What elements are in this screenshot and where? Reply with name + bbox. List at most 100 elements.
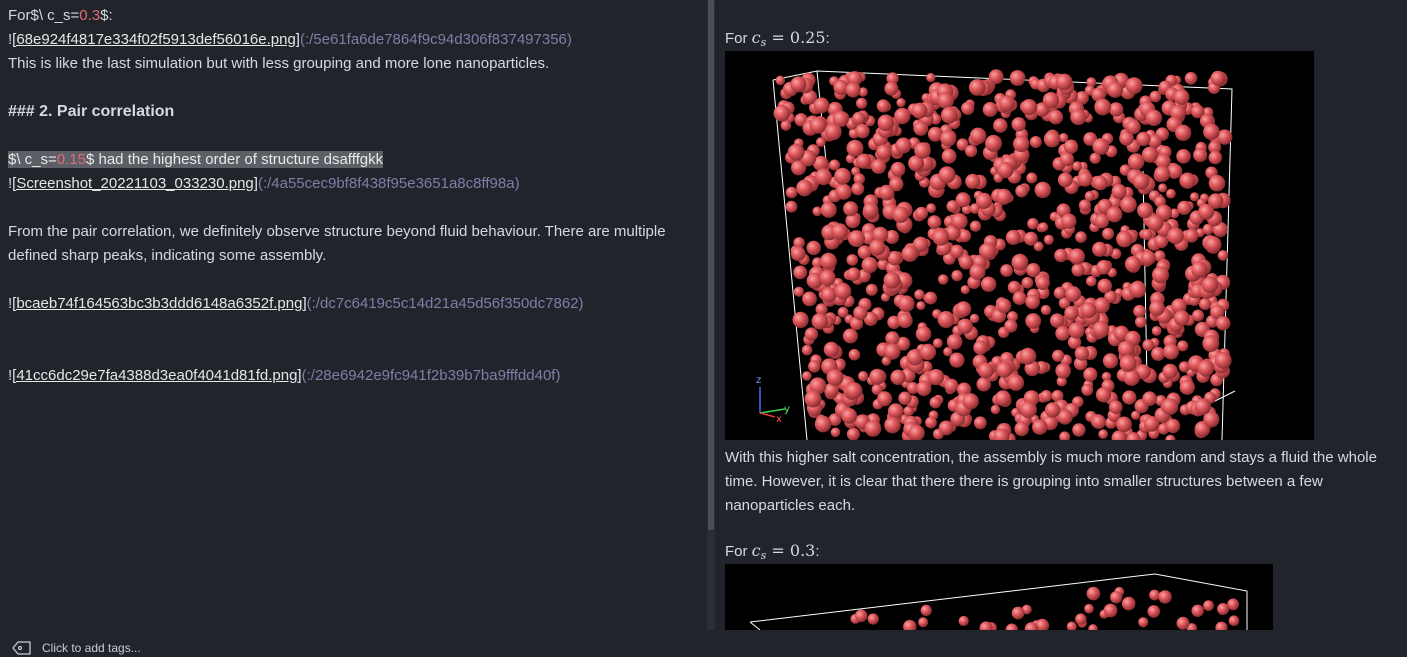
nanoparticle [1176,616,1190,630]
nanoparticle [958,615,969,627]
nanoparticle [1086,275,1097,287]
math-value: = 0.25 [771,28,826,47]
nanoparticle [1214,351,1232,369]
nanoparticle [1023,231,1038,246]
nanoparticle [890,369,906,385]
nanoparticle [1075,613,1087,625]
image-link[interactable]: [68e924f4817e334f02f5913def56016e.png] [12,31,300,48]
nanoparticle [995,188,1012,205]
image-link-line[interactable]: ![bcaeb74f164563bc3b3ddd6148a6352f.png](… [8,292,584,316]
nanoparticle [1191,604,1204,617]
image-link-line[interactable]: ![41cc6dc29e7fa4388d3ea0f4041d81fd.png](… [8,364,560,388]
label-text: For [725,543,748,560]
nanoparticle [1055,325,1071,341]
nanoparticle [1078,199,1091,212]
nanoparticle [824,123,842,141]
nanoparticle [1141,250,1156,266]
nanoparticle [1136,131,1151,147]
nanoparticle [812,206,823,217]
image-link[interactable]: [bcaeb74f164563bc3b3ddd6148a6352f.png] [12,295,306,312]
nanoparticle [955,192,971,208]
tag-bar[interactable]: Click to add tags... [0,630,1407,657]
nanoparticle [1011,253,1029,271]
nanoparticle [946,333,963,350]
nanoparticle [1118,340,1135,358]
image-link[interactable]: [41cc6dc29e7fa4388d3ea0f4041d81fd.png] [12,367,301,384]
nanoparticle [895,137,912,154]
nanoparticle [1066,621,1077,630]
nanoparticle [858,371,869,382]
nanoparticle [941,148,957,164]
nanoparticle [965,173,981,189]
nanoparticle [1193,147,1208,163]
nanoparticle [1102,227,1115,240]
nanoparticle [1184,228,1199,243]
nanoparticle [890,161,906,177]
nanoparticle [820,201,837,218]
nanoparticle [1158,590,1172,604]
nanoparticle [1053,286,1067,300]
nanoparticle [1192,309,1205,322]
nanoparticle [845,382,863,400]
nanoparticle [851,182,865,196]
nanoparticle [1005,229,1021,245]
nanoparticle [996,361,1013,378]
editor-line: This is like the last simulation but wit… [8,55,550,72]
nanoparticle [1108,102,1124,117]
math-var: c [751,541,761,560]
editor-text: For$\ c_s= [8,7,80,24]
selected-line: $\ c_s=0.15$ had the highest order of st… [8,148,384,172]
nanoparticle [901,245,919,262]
nanoparticle [852,111,866,125]
nanoparticle-spheres [773,69,1233,446]
nanoparticle [814,415,832,433]
image-link-line[interactable]: ![68e924f4817e334f02f5913def56016e.png](… [8,28,572,52]
nanoparticle [1000,264,1013,277]
nanoparticle [1065,286,1082,303]
viewer-paragraph: time. However, it is clear that there th… [725,473,1323,490]
image-link-line[interactable]: ![Screenshot_20221103_033230.png](:/4a55… [8,172,520,196]
nanoparticle [919,343,937,361]
nanoparticle [1201,276,1219,294]
nanoparticle [1021,277,1034,289]
nanoparticle [1133,304,1146,318]
editor-line: From the pair correlation, we definitely… [8,223,666,240]
editor-line: For$\ c_s=0.3$: [8,4,113,28]
editor-scrollbar[interactable] [707,0,715,630]
markdown-editor[interactable]: For$\ c_s=0.3$: ![68e924f4817e334f02f591… [0,0,707,630]
nanoparticle [848,348,861,361]
nanoparticle [951,270,963,282]
nanoparticle [916,301,926,311]
nanoparticle [1147,214,1164,232]
nanoparticle [1167,227,1184,245]
nanoparticle [806,240,821,256]
nanoparticle [1103,603,1118,618]
nanoparticle [1061,213,1077,229]
nanoparticle [780,120,792,131]
nanoparticle [1025,313,1042,329]
simulation-render-image[interactable]: z y x [725,51,1314,446]
nanoparticle [1124,256,1142,273]
nanoparticle [773,104,791,122]
nanoparticle [861,256,878,274]
nanoparticle [914,289,925,300]
simulation-render-image[interactable] [725,564,1273,630]
simulation-box [749,573,1248,630]
editor-text: $\ c_s= [8,151,57,168]
nanoparticle [856,97,868,109]
add-tags-button[interactable]: Click to add tags... [42,641,141,655]
nanoparticle [823,341,840,358]
scrollbar-thumb[interactable] [708,0,714,530]
nanoparticle [924,291,937,305]
image-link[interactable]: [Screenshot_20221103_033230.png] [12,175,258,192]
nanoparticle [997,161,1014,179]
nanoparticle [1026,263,1041,278]
nanoparticle [1194,398,1211,415]
nanoparticle [843,201,859,217]
markdown-viewer[interactable]: For cs = 0.25: z y x With this higher sa… [715,0,1407,630]
nanoparticle [1111,184,1127,199]
nanoparticle [918,617,929,628]
nanoparticle [846,139,864,157]
nanoparticle [903,619,917,630]
nanoparticle [878,184,895,201]
